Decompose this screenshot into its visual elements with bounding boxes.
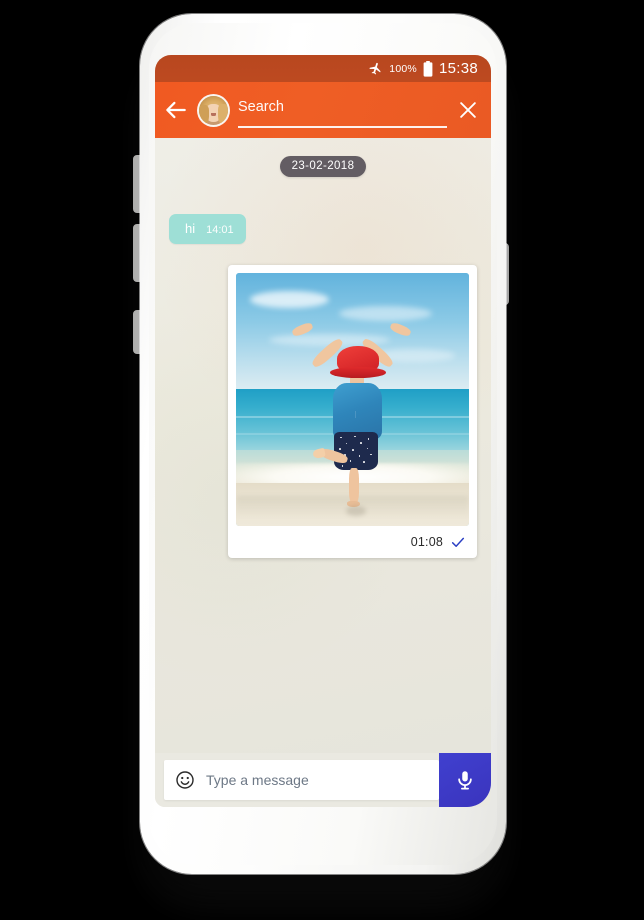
close-icon[interactable]: [457, 99, 479, 121]
avatar-hair-right: [218, 104, 228, 125]
child-left-hand: [290, 321, 314, 338]
search-underline: [238, 126, 447, 128]
message-input-field[interactable]: [164, 760, 439, 800]
battery-full-icon: [423, 60, 433, 77]
status-bar: 100% 15:38: [155, 55, 491, 82]
message-composer: [155, 753, 491, 807]
microphone-icon: [458, 771, 472, 790]
search-field-wrapper: [238, 90, 447, 130]
child-shirt: [332, 383, 382, 439]
battery-percent-label: 100%: [389, 62, 417, 75]
avatar-hair-left: [199, 105, 209, 124]
child-standing-leg: [349, 467, 359, 504]
phone-screen: 100% 15:38 Search 23-02-2018 hi 14:01 01…: [155, 55, 491, 807]
shirt-fold: [355, 410, 356, 419]
photo-message-meta: 01:08: [236, 526, 469, 558]
outgoing-photo-message[interactable]: 01:08: [228, 265, 477, 558]
screenshot-stage: 100% 15:38 Search 23-02-2018 hi 14:01 01…: [0, 0, 644, 920]
search-input[interactable]: [238, 99, 447, 121]
message-text: hi: [185, 221, 196, 236]
photo-child-figure: [236, 273, 469, 526]
single-check-icon: [451, 537, 465, 547]
airplane-mode-icon: [369, 62, 381, 75]
child-right-hand: [388, 321, 412, 338]
photo-timestamp: 01:08: [410, 535, 443, 549]
avatar[interactable]: [197, 93, 230, 127]
clock-label: 15:38: [438, 60, 478, 77]
child-shorts: [333, 432, 379, 471]
child-water-reflection: [345, 505, 367, 516]
voice-record-button[interactable]: [439, 753, 491, 807]
chat-message-list[interactable]: 23-02-2018 hi 14:01 01:08: [155, 138, 491, 753]
child-red-hat-brim: [330, 366, 387, 379]
back-arrow-icon[interactable]: [163, 97, 189, 123]
message-timestamp: 14:01: [206, 224, 234, 236]
emoji-smiley-icon[interactable]: [175, 770, 195, 790]
beach-photo-image[interactable]: [236, 273, 469, 526]
date-separator-badge: 23-02-2018: [279, 156, 367, 177]
app-bar: [155, 82, 491, 138]
message-input[interactable]: [206, 772, 429, 788]
incoming-message-bubble[interactable]: hi 14:01: [169, 214, 246, 244]
date-separator-row: 23-02-2018: [169, 156, 477, 177]
